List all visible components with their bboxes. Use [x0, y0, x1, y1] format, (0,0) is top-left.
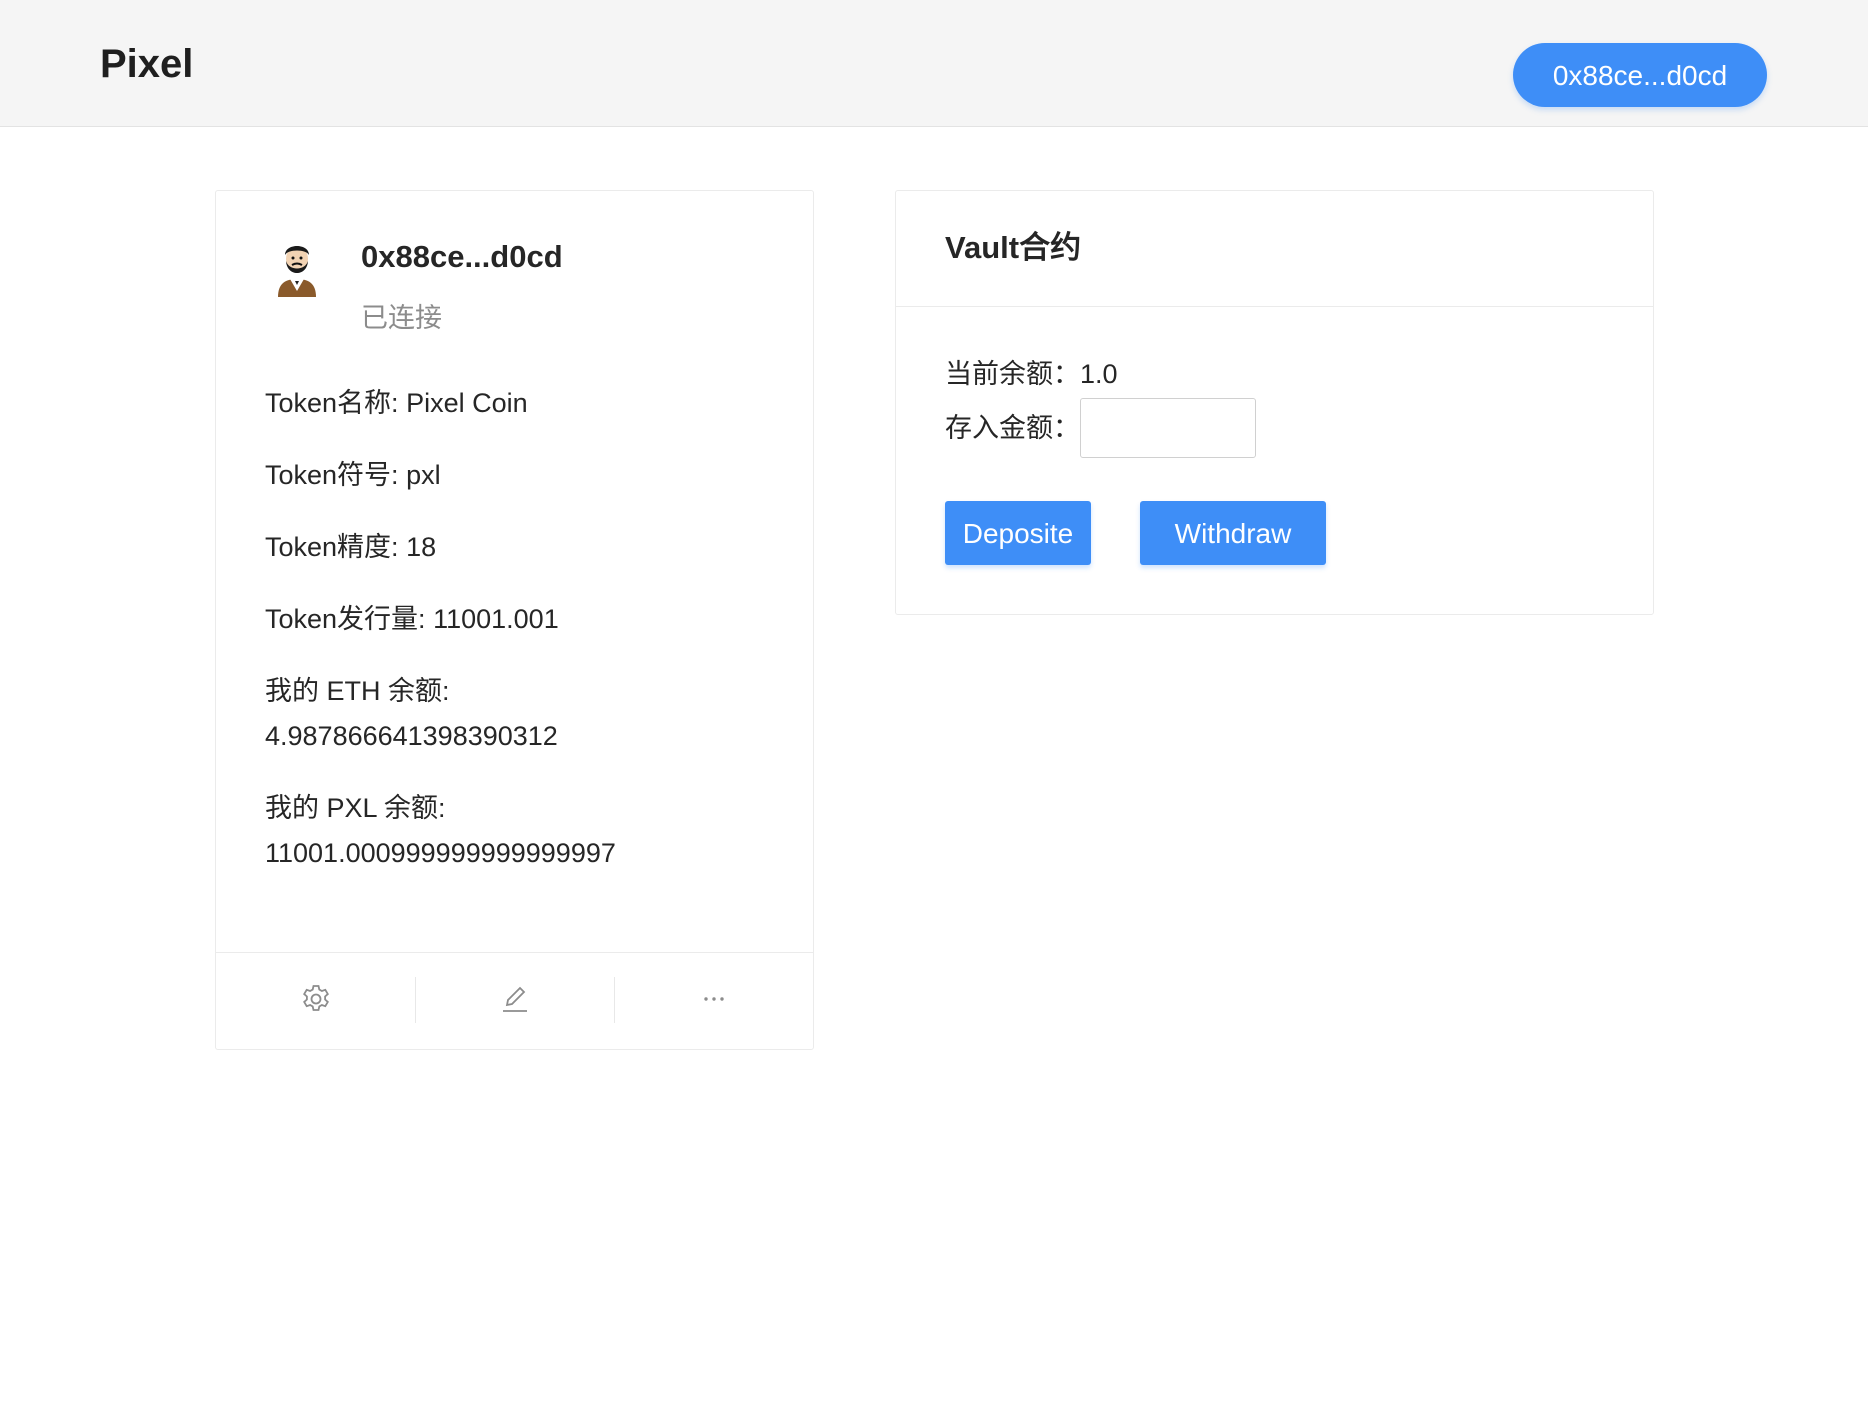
- info-label: 我的 ETH 余额:: [265, 676, 450, 706]
- vault-balance: 当前余额：1.0: [945, 356, 1118, 392]
- info-label: Token精度:: [265, 532, 399, 562]
- info-value: 18: [406, 532, 437, 562]
- vault-card: Vault合约 当前余额：1.0 存入金额： Deposite Withdraw: [895, 190, 1654, 615]
- info-value: 11001.001: [433, 604, 559, 634]
- amount-label: 存入金额：: [945, 413, 1080, 443]
- vault-card-header: Vault合约: [896, 191, 1653, 307]
- info-value: pxl: [406, 460, 441, 490]
- wallet-address-button[interactable]: 0x88ce...d0cd: [1513, 43, 1767, 107]
- deposit-button[interactable]: Deposite: [945, 501, 1091, 565]
- top-header: Pixel 0x88ce...d0cd: [0, 0, 1868, 127]
- profile-card: 0x88ce...d0cd 已连接 Token名称: Pixel Coin To…: [215, 190, 814, 1050]
- edit-action[interactable]: [415, 953, 614, 1049]
- withdraw-button[interactable]: Withdraw: [1140, 501, 1326, 565]
- info-label: Token名称:: [265, 388, 399, 418]
- vault-title: Vault合约: [945, 230, 1082, 265]
- balance-value: 1.0: [1080, 359, 1118, 389]
- deposit-amount-input[interactable]: [1080, 398, 1256, 458]
- profile-address: 0x88ce...d0cd: [361, 239, 563, 274]
- info-label: 我的 PXL 余额:: [265, 793, 446, 823]
- pxl-balance-row: 我的 PXL 余额: 11001.000999999999999997: [265, 786, 765, 876]
- connection-status: 已连接: [361, 303, 442, 333]
- settings-icon: [300, 983, 332, 1020]
- info-value: 11001.000999999999999997: [265, 838, 616, 868]
- ellipsis-icon: [698, 983, 730, 1020]
- token-symbol-row: Token符号: pxl: [265, 453, 765, 498]
- info-label: Token发行量:: [265, 604, 426, 634]
- token-supply-row: Token发行量: 11001.001: [265, 597, 765, 642]
- brand-logo[interactable]: Pixel: [100, 40, 193, 88]
- balance-label: 当前余额：: [945, 359, 1080, 389]
- eth-balance-row: 我的 ETH 余额: 4.987866641398390312: [265, 669, 765, 759]
- token-info-list: Token名称: Pixel Coin Token符号: pxl Token精度…: [265, 381, 765, 903]
- info-value: Pixel Coin: [406, 388, 528, 418]
- token-decimals-row: Token精度: 18: [265, 525, 765, 570]
- info-value: 4.987866641398390312: [265, 721, 558, 751]
- bearded-man-avatar-icon: [268, 235, 326, 299]
- edit-icon: [499, 983, 531, 1020]
- settings-action[interactable]: [216, 953, 415, 1049]
- token-name-row: Token名称: Pixel Coin: [265, 381, 765, 426]
- more-action[interactable]: [614, 953, 813, 1049]
- card-actions: [216, 952, 813, 1049]
- info-label: Token符号:: [265, 460, 399, 490]
